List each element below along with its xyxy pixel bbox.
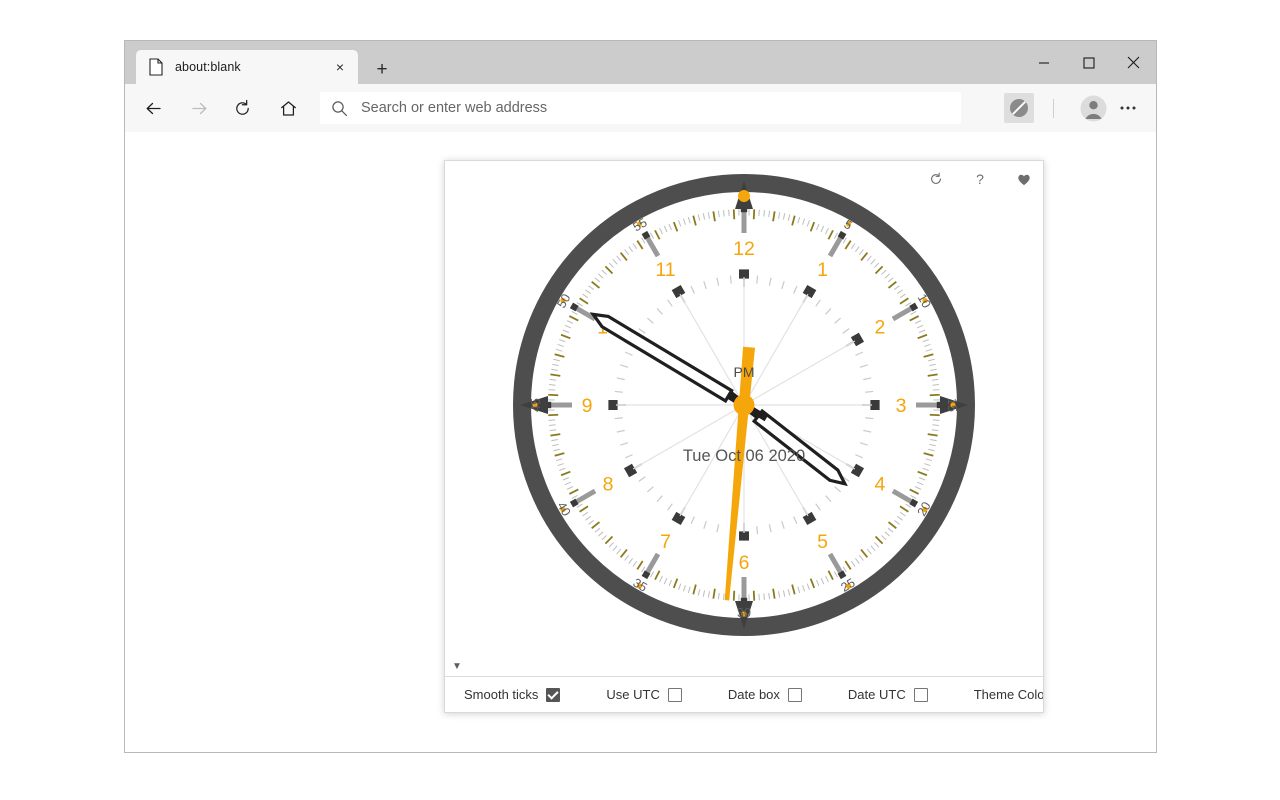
control-smooth-ticks[interactable]: Smooth ticks [464,687,561,702]
hour-numeral: 4 [875,474,886,496]
page-document-icon [148,58,164,76]
control-label-use-utc: Use UTC [606,687,660,702]
checkbox-date-utc[interactable] [913,687,928,702]
hour-numeral: 12 [733,238,755,260]
hour-numeral: 5 [817,531,828,553]
clock-popup-panel: ? 12 1 2 3 4 5 6 7 8 9 11 5 10 15 20 25 … [444,160,1044,713]
control-date-utc[interactable]: Date UTC [848,687,928,702]
title-bar: about:blank × + [125,41,1156,84]
checkbox-use-utc[interactable] [667,687,682,702]
control-date-box[interactable]: Date box [728,687,802,702]
browser-tab[interactable]: about:blank × [136,50,358,84]
meridiem-label: PM [734,364,755,380]
date-label: Tue Oct 06 2020 [683,447,805,465]
control-theme-color[interactable]: Theme Color [973,686,1044,703]
hour-numeral: 3 [896,395,907,417]
new-tab-button[interactable]: + [371,58,393,80]
back-icon[interactable] [136,91,170,125]
maximize-icon[interactable] [1066,41,1111,84]
address-bar[interactable]: Search or enter web address [320,92,961,124]
address-input[interactable]: Search or enter web address [361,100,547,116]
clock-svg: 121234567891011 510152025303540455055 PM… [513,174,975,636]
hour-numeral: 11 [655,259,675,281]
hour-numeral: 1 [817,259,828,281]
control-label-smooth-ticks: Smooth ticks [464,687,539,702]
forward-icon [182,91,216,125]
panel-expander-toggle[interactable]: ▼ [452,660,466,674]
control-label-date-box: Date box [727,687,780,702]
toolbar-divider [1053,99,1054,118]
favorite-icon[interactable] [1014,169,1034,189]
hour-numeral: 7 [660,531,671,553]
tab-close-icon[interactable]: × [330,57,350,77]
screen: about:blank × + Search or enter web addr… [0,0,1280,800]
navigation-toolbar: Search or enter web address [125,84,1156,132]
search-icon [331,100,348,117]
page-content: ? 12 1 2 3 4 5 6 7 8 9 11 5 10 15 20 25 … [125,132,1156,752]
profile-avatar[interactable] [1076,91,1110,125]
minute-numeral: 15 [945,398,959,412]
reload-icon[interactable] [225,91,259,125]
more-options-icon[interactable] [1113,93,1143,123]
minimize-icon[interactable] [1021,41,1066,84]
minute-numeral: 45 [529,398,543,412]
control-label-theme-color: Theme Color [973,687,1044,702]
clock-controls-bar: Smooth ticks Use UTC Date box Date UTC T… [445,676,1043,712]
close-icon[interactable] [1111,41,1156,84]
home-icon[interactable] [271,91,305,125]
panel-toolbar: ? [926,169,1034,189]
refresh-icon[interactable] [926,169,946,189]
checkbox-smooth-ticks[interactable] [546,687,561,702]
block-icon[interactable] [1004,93,1034,123]
control-use-utc[interactable]: Use UTC [606,687,682,702]
hour-numeral: 2 [875,317,886,339]
browser-window: about:blank × + Search or enter web addr… [124,40,1157,753]
tab-title: about:blank [175,60,241,74]
hour-numeral: 8 [603,474,614,496]
control-label-date-utc: Date UTC [847,687,906,702]
analog-clock: 121234567891011 510152025303540455055 PM… [512,173,976,637]
minute-numeral: 30 [737,606,751,620]
hour-numeral: 9 [582,395,593,417]
help-icon[interactable]: ? [970,169,990,189]
hour-numeral: 6 [739,552,750,574]
checkbox-date-box[interactable] [787,687,802,702]
window-controls [1021,41,1156,84]
